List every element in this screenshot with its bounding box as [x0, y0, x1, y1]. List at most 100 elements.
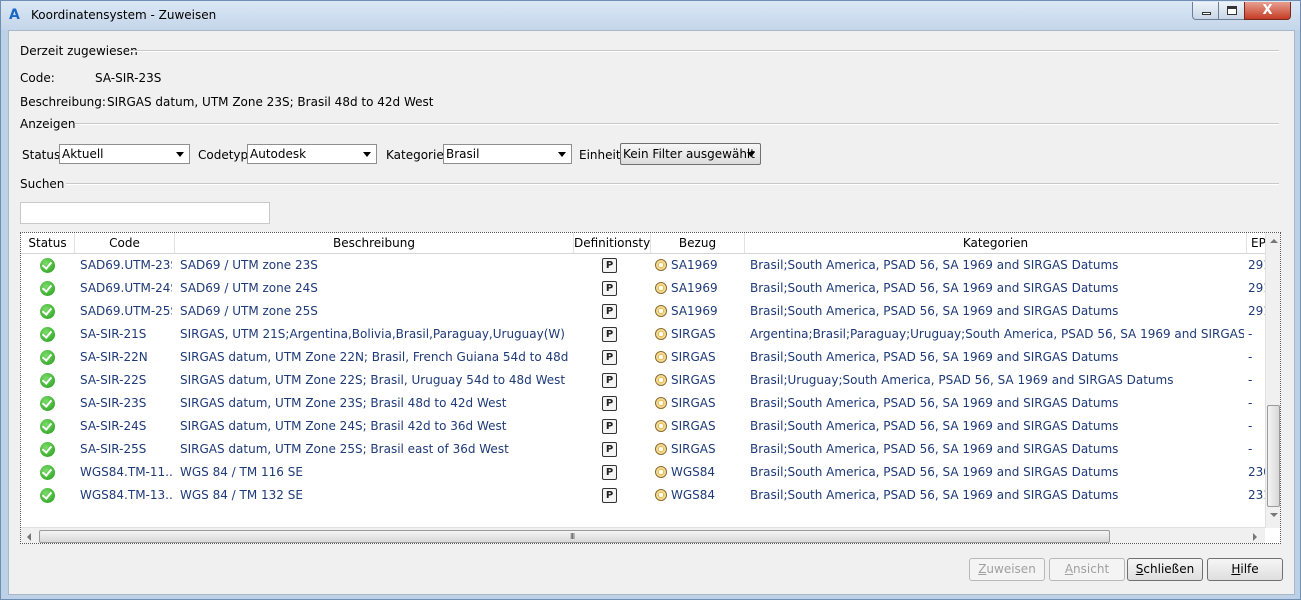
column-header-datum[interactable]: Bezug: [651, 233, 745, 253]
scroll-up-icon[interactable]: [1270, 239, 1278, 243]
table-row[interactable]: P WGS84.TM-11... WGS 84 / TM 116 SE WGS84 Br…: [21, 461, 1265, 484]
datum-cell: SA1969: [671, 304, 718, 318]
categories-cell: Brasil;Uruguay;South America, PSAD 56, S…: [750, 373, 1174, 387]
code-cell: SAD69.UTM-23S: [80, 258, 172, 272]
datum-cell: SIRGAS: [671, 442, 716, 456]
green-check-icon: [40, 281, 55, 296]
code-cell: SAD69.UTM-25S: [80, 304, 172, 318]
code-value: SA-SIR-23S: [95, 71, 162, 85]
datum-globe-icon: [655, 420, 667, 432]
projection-p-icon: P: [602, 419, 617, 434]
chevron-down-icon: [558, 152, 566, 157]
epsg-cell: -: [1248, 373, 1253, 387]
view-button[interactable]: Ansicht: [1049, 558, 1125, 581]
unit-filter-select[interactable]: Kein Filter ausgewählt: [620, 143, 761, 165]
epsg-cell: 291: [1248, 304, 1265, 318]
table-row[interactable]: P SA-SIR-23S SIRGAS datum, UTM Zone 23S; B…: [21, 392, 1265, 415]
categories-cell: Brasil;South America, PSAD 56, SA 1969 a…: [750, 488, 1119, 502]
epsg-cell: 291: [1248, 281, 1265, 295]
epsg-cell: -: [1248, 396, 1253, 410]
column-header-epsg[interactable]: EP: [1247, 233, 1265, 253]
projection-p-icon: P: [602, 488, 617, 503]
section-current: Derzeit zugewiesen: [20, 44, 138, 58]
horizontal-scrollbar[interactable]: III: [21, 527, 1265, 543]
scroll-left-icon[interactable]: [27, 533, 31, 541]
description-cell: SAD69 / UTM zone 25S: [180, 304, 318, 318]
datum-cell: SIRGAS: [671, 327, 716, 341]
green-check-icon: [40, 350, 55, 365]
scroll-down-icon[interactable]: [1270, 513, 1278, 517]
close-button[interactable]: Schließen: [1127, 558, 1203, 581]
code-cell: SA-SIR-23S: [80, 396, 147, 410]
green-check-icon: [40, 258, 55, 273]
close-window-button[interactable]: X: [1244, 2, 1291, 20]
chevron-down-icon: [176, 152, 184, 157]
table-row[interactable]: P SAD69.UTM-24S SAD69 / UTM zone 24S SA1969…: [21, 277, 1265, 300]
status-filter-label: Status:: [22, 148, 65, 162]
epsg-cell: -: [1248, 419, 1253, 433]
help-button[interactable]: Hilfe: [1207, 558, 1283, 581]
codetype-filter-value: Autodesk: [250, 147, 307, 161]
minimize-button[interactable]: [1192, 2, 1219, 20]
table-row[interactable]: P SA-SIR-22N SIRGAS datum, UTM Zone 22N; B…: [21, 346, 1265, 369]
green-check-icon: [40, 396, 55, 411]
status-filter-select[interactable]: Aktuell: [59, 144, 190, 164]
datum-globe-icon: [655, 374, 667, 386]
column-header-code[interactable]: Code: [75, 233, 175, 253]
scroll-right-icon[interactable]: [1253, 533, 1257, 541]
categories-cell: Argentina;Brasil;Paraguay;Uruguay;South …: [750, 327, 1244, 341]
table-row[interactable]: P SAD69.UTM-25S SAD69 / UTM zone 25S SA1969…: [21, 300, 1265, 323]
description-cell: SAD69 / UTM zone 23S: [180, 258, 318, 272]
table-row[interactable]: P SA-SIR-24S SIRGAS datum, UTM Zone 24S; B…: [21, 415, 1265, 438]
datum-cell: SIRGAS: [671, 373, 716, 387]
column-header-description[interactable]: Beschreibung: [175, 233, 574, 253]
epsg-cell: 231: [1248, 488, 1265, 502]
categories-cell: Brasil;South America, PSAD 56, SA 1969 a…: [750, 396, 1119, 410]
vertical-scrollbar[interactable]: [1265, 233, 1280, 528]
chevron-down-icon: [747, 152, 755, 157]
epsg-cell: -: [1248, 327, 1253, 341]
projection-p-icon: P: [602, 327, 617, 342]
epsg-cell: -: [1248, 442, 1253, 456]
horizontal-scroll-thumb[interactable]: III: [39, 530, 1110, 543]
unit-filter-label: Einheit:: [579, 148, 625, 162]
coordinate-system-table[interactable]: Status Code Beschreibung Definitionstyp …: [20, 232, 1281, 544]
table-row[interactable]: P SA-SIR-25S SIRGAS datum, UTM Zone 25S; B…: [21, 438, 1265, 461]
description-cell: SIRGAS datum, UTM Zone 23S; Brasil 48d t…: [180, 396, 507, 410]
category-filter-label: Kategorie:: [386, 148, 448, 162]
category-filter-select[interactable]: Brasil: [443, 144, 572, 164]
table-row[interactable]: P SA-SIR-22S SIRGAS datum, UTM Zone 22S; B…: [21, 369, 1265, 392]
maximize-button[interactable]: [1218, 2, 1245, 20]
code-cell: SA-SIR-24S: [80, 419, 147, 433]
projection-p-icon: P: [602, 465, 617, 480]
section-search: Suchen: [20, 177, 65, 191]
column-header-status[interactable]: Status: [21, 233, 75, 253]
code-cell: SA-SIR-25S: [80, 442, 147, 456]
datum-globe-icon: [655, 443, 667, 455]
datum-cell: WGS84: [671, 488, 716, 502]
table-row[interactable]: P SA-SIR-21S SIRGAS, UTM 21S;Argentina,Bol…: [21, 323, 1265, 346]
unit-filter-value: Kein Filter ausgewählt: [623, 147, 755, 161]
table-row[interactable]: P SAD69.UTM-23S SAD69 / UTM zone 23S SA1969…: [21, 254, 1265, 277]
datum-globe-icon: [655, 489, 667, 501]
datum-cell: SIRGAS: [671, 419, 716, 433]
code-cell: SA-SIR-22N: [80, 350, 148, 364]
categories-cell: Brasil;South America, PSAD 56, SA 1969 a…: [750, 419, 1119, 433]
datum-cell: SA1969: [671, 258, 718, 272]
categories-cell: Brasil;South America, PSAD 56, SA 1969 a…: [750, 465, 1119, 479]
assign-button[interactable]: Zuweisen: [969, 558, 1045, 581]
epsg-cell: 230: [1248, 465, 1265, 479]
table-row[interactable]: P WGS84.TM-13... WGS 84 / TM 132 SE WGS84 Br…: [21, 484, 1265, 507]
category-filter-value: Brasil: [446, 147, 480, 161]
column-header-deftype[interactable]: Definitionstyp: [574, 233, 651, 253]
vertical-scroll-thumb[interactable]: [1267, 405, 1280, 507]
search-input[interactable]: [20, 202, 270, 224]
section-display: Anzeigen: [20, 117, 76, 131]
chevron-down-icon: [363, 152, 371, 157]
column-header-categories[interactable]: Kategorien: [745, 233, 1247, 253]
codetype-filter-label: Codetyp:: [198, 148, 253, 162]
section-divider: [75, 123, 1279, 125]
projection-p-icon: P: [602, 350, 617, 365]
codetype-filter-select[interactable]: Autodesk: [247, 144, 377, 164]
green-check-icon: [40, 488, 55, 503]
